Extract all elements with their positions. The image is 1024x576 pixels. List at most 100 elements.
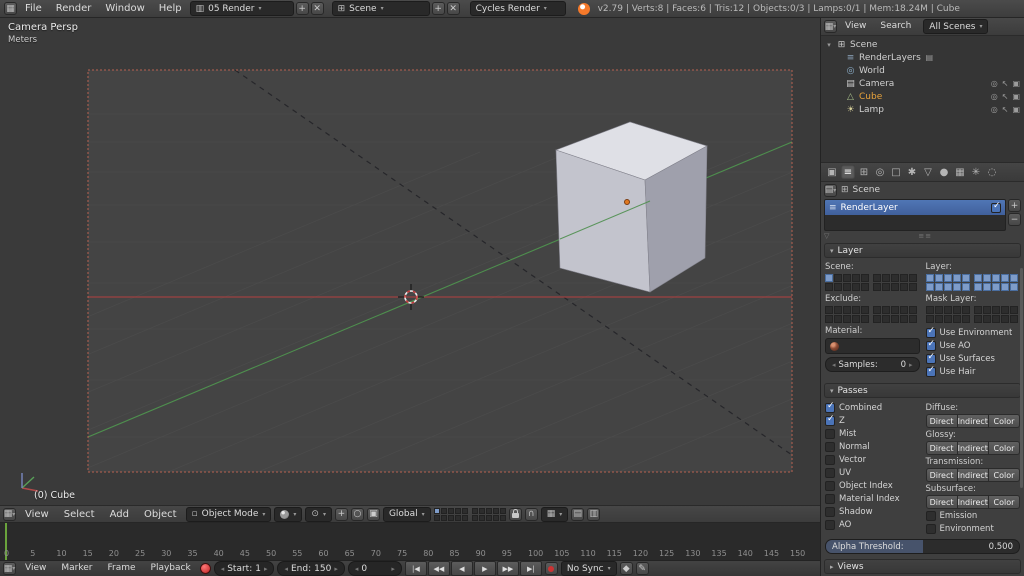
layer-toggle-cell[interactable] — [900, 315, 908, 323]
layer-toggle-cell[interactable] — [834, 315, 842, 323]
checkbox[interactable] — [825, 520, 835, 530]
menu-help[interactable]: Help — [153, 0, 188, 17]
layer-toggle-cell[interactable] — [935, 306, 943, 314]
layer-option-row[interactable]: Use Surfaces — [926, 352, 1021, 365]
layer-toggle-cell[interactable] — [852, 306, 860, 314]
tab-modifiers-icon[interactable]: ✱ — [905, 165, 919, 179]
viewport-layer-toggle[interactable] — [479, 508, 485, 514]
pivot-dropdown[interactable]: ⊙▾ — [305, 507, 332, 522]
outliner-row-lamp[interactable]: ☀ Lamp ◎ ↖ ▣ — [821, 103, 1024, 116]
outliner-filter-dropdown[interactable]: All Scenes ▾ — [923, 19, 988, 34]
layer-toggle-cell[interactable] — [909, 315, 917, 323]
menu-render[interactable]: Render — [50, 0, 98, 17]
decrement-icon[interactable]: ◂ — [221, 565, 225, 573]
menu-search[interactable]: Search — [874, 18, 917, 35]
layer-toggle-cell[interactable] — [873, 283, 881, 291]
pass-toggle-row[interactable]: Combined — [825, 401, 920, 414]
menu-view[interactable]: View — [19, 560, 52, 576]
viewport-layer-toggle[interactable] — [455, 515, 461, 521]
layer-toggle-cell[interactable] — [983, 274, 991, 282]
layer-toggle-cell[interactable] — [1010, 274, 1018, 282]
layer-toggle-cell[interactable] — [852, 315, 860, 323]
snap-toggle-button[interactable]: ∩ — [525, 508, 538, 521]
delete-scene-button[interactable]: ✕ — [447, 2, 460, 15]
layer-toggle-cell[interactable] — [825, 274, 833, 282]
transport-button[interactable]: ▶▶ — [497, 561, 519, 576]
menu-view[interactable]: View — [839, 18, 872, 35]
pass-toggle-row[interactable]: Material Index — [825, 492, 920, 505]
render-restrict-icon[interactable]: ▣ — [1012, 92, 1020, 101]
layer-toggle-cell[interactable] — [935, 274, 943, 282]
increment-icon[interactable]: ▸ — [264, 565, 268, 573]
viewport-layer-toggle[interactable] — [486, 508, 492, 514]
tab-world-icon[interactable]: ◎ — [873, 165, 887, 179]
samples-field[interactable]: ◂ Samples: 0 ▸ — [825, 357, 920, 372]
outliner-row-world[interactable]: ◎ World — [821, 64, 1024, 77]
viewport-layer-toggle[interactable] — [434, 515, 440, 521]
decrement-icon[interactable]: ◂ — [355, 565, 359, 573]
layer-toggle-cell[interactable] — [974, 306, 982, 314]
editor-type-dropdown[interactable]: ▦▾ — [824, 20, 837, 33]
menu-add[interactable]: Add — [104, 506, 135, 523]
layer-toggle-cell[interactable] — [935, 315, 943, 323]
checkbox[interactable] — [825, 416, 835, 426]
layer-toggle-cell[interactable] — [1001, 283, 1009, 291]
pass-color-button[interactable]: Color — [989, 495, 1020, 509]
layer-toggle-cell[interactable] — [992, 283, 1000, 291]
layer-toggle-cell[interactable] — [900, 306, 908, 314]
layer-toggle-cell[interactable] — [962, 306, 970, 314]
pass-toggle-row[interactable]: UV — [825, 466, 920, 479]
viewport-layer-toggle[interactable] — [441, 508, 447, 514]
layer-toggle-cell[interactable] — [962, 315, 970, 323]
layer-toggle-cell[interactable] — [926, 315, 934, 323]
mode-dropdown[interactable]: ▫ Object Mode ▾ — [186, 507, 272, 522]
layer-toggle-cell[interactable] — [944, 306, 952, 314]
viewport-layer-toggle[interactable] — [462, 508, 468, 514]
layer-toggle-cell[interactable] — [992, 274, 1000, 282]
layer-toggle-cell[interactable] — [944, 283, 952, 291]
layer-toggle-cell[interactable] — [909, 306, 917, 314]
viewport-layer-toggle[interactable] — [448, 508, 454, 514]
manipulator-scale-button[interactable]: ▣ — [367, 508, 380, 521]
pass-toggle-row[interactable]: AO — [825, 518, 920, 531]
pass-extra-row[interactable]: Environment — [926, 522, 1021, 535]
layer-toggle-cell[interactable] — [935, 283, 943, 291]
start-frame-field[interactable]: ◂ Start: 1 ▸ — [214, 561, 275, 576]
layer-toggle-cell[interactable] — [926, 306, 934, 314]
pass-color-button[interactable]: Color — [989, 468, 1020, 482]
checkbox[interactable] — [825, 494, 835, 504]
layer-toggle-cell[interactable] — [1010, 315, 1018, 323]
hide-icon[interactable]: ◎ — [991, 105, 998, 114]
layer-toggle-cell[interactable] — [953, 283, 961, 291]
viewport-layer-toggle[interactable] — [493, 515, 499, 521]
layer-toggle-cell[interactable] — [983, 315, 991, 323]
checkbox[interactable] — [926, 524, 936, 534]
layer-panel-header[interactable]: ▾ Layer — [824, 243, 1021, 258]
selectability-icon[interactable]: ↖ — [1002, 79, 1009, 88]
viewport-layer-toggle[interactable] — [500, 508, 506, 514]
menu-playback[interactable]: Playback — [145, 560, 197, 576]
layer-toggle-cell[interactable] — [852, 274, 860, 282]
av-sync-dropdown[interactable]: No Sync ▾ — [561, 561, 617, 576]
viewport-layer-toggle[interactable] — [472, 508, 478, 514]
outliner-row-renderlayers[interactable]: ≡ RenderLayers ▤ — [821, 51, 1024, 64]
layer-toggle-cell[interactable] — [834, 274, 842, 282]
lock-origins-button[interactable] — [509, 508, 522, 521]
checkbox[interactable] — [825, 442, 835, 452]
snap-element-dropdown[interactable]: ▦▾ — [541, 507, 569, 522]
viewport-canvas[interactable] — [0, 18, 820, 505]
checkbox[interactable] — [825, 468, 835, 478]
render-opengl-anim-button[interactable]: ▥ — [587, 508, 600, 521]
layer-toggle-cell[interactable] — [1001, 274, 1009, 282]
add-scene-button[interactable]: + — [432, 2, 445, 15]
pass-indirect-button[interactable]: Indirect — [958, 468, 989, 482]
tab-material-icon[interactable]: ● — [937, 165, 951, 179]
checkbox[interactable] — [926, 367, 936, 377]
cube-object[interactable] — [556, 122, 707, 292]
checkbox[interactable] — [825, 455, 835, 465]
layer-toggle-cell[interactable] — [992, 306, 1000, 314]
viewport-layer-toggle[interactable] — [493, 508, 499, 514]
hide-icon[interactable]: ◎ — [991, 79, 998, 88]
editor-type-dropdown[interactable]: ▦▾ — [3, 562, 16, 575]
increment-icon[interactable]: ▸ — [909, 361, 913, 369]
